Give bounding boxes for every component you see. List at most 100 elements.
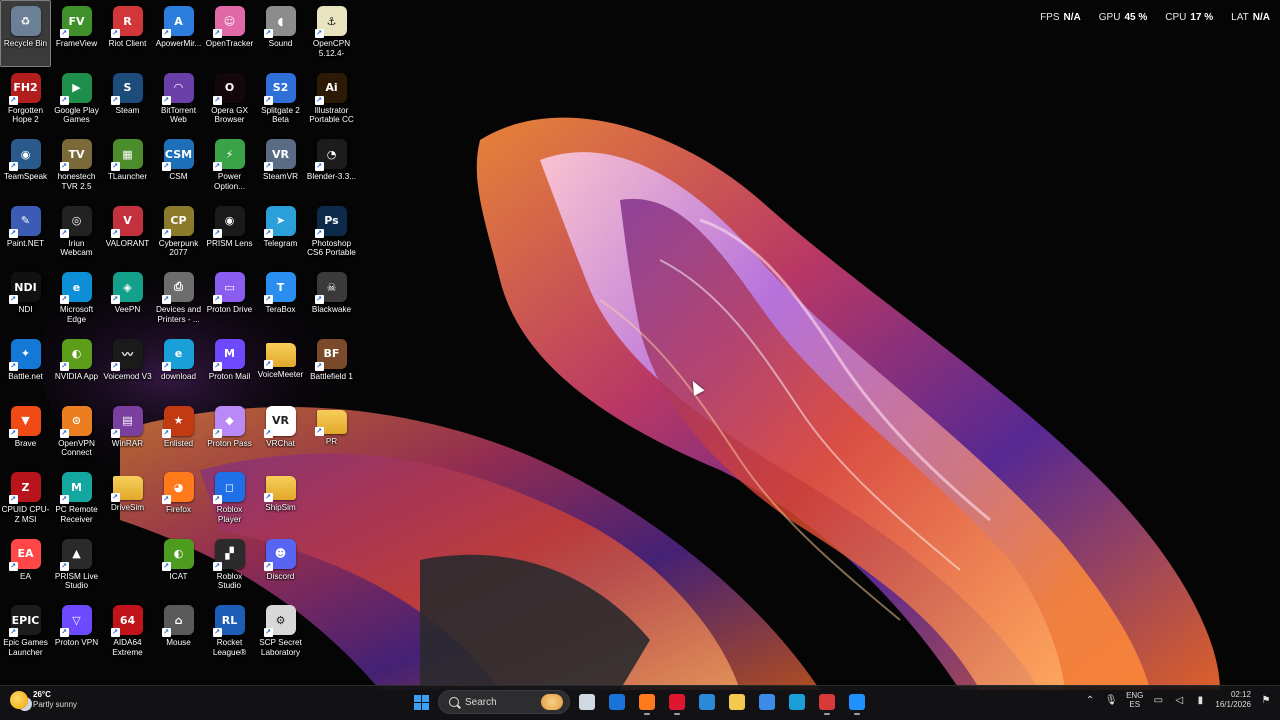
desktop-shortcut-label: OpenTracker	[205, 39, 254, 48]
desktop-shortcut[interactable]: ▽ ↗ Proton VPN	[51, 599, 102, 666]
desktop-shortcut[interactable]: 〰 ↗ Voicemod V3	[102, 333, 153, 400]
clock[interactable]: 02:12 16/1/2026	[1215, 690, 1251, 710]
desktop-shortcut[interactable]: ☻ ↗ Discord	[255, 533, 306, 600]
desktop-shortcut[interactable]: RL ↗ Rocket League®	[204, 599, 255, 666]
desktop-shortcut[interactable]: M ↗ Proton Mail	[204, 333, 255, 400]
desktop-shortcut[interactable]: e ↗ download	[153, 333, 204, 400]
taskbar-search-box[interactable]: Search	[438, 690, 570, 714]
show-hidden-icons-chevron-icon[interactable]: ⌃	[1084, 694, 1096, 706]
desktop-shortcut[interactable]: BF ↗ Battlefield 1	[306, 333, 357, 400]
desktop-shortcut[interactable]: ↗ ShipSim	[255, 466, 306, 533]
microsoft-store-button[interactable]	[754, 689, 780, 715]
desktop-shortcut[interactable]: NDI ↗ NDI	[0, 266, 51, 333]
shortcut-arrow-icon: ↗	[263, 428, 273, 438]
desktop-shortcut[interactable]: A ↗ ApowerMir...	[153, 0, 204, 67]
weather-sun-icon	[10, 691, 28, 709]
desktop-shortcut[interactable]: ↗ VoiceMeeter	[255, 333, 306, 400]
task-view-button[interactable]	[574, 689, 600, 715]
language-indicator[interactable]: ENG ES	[1126, 691, 1143, 709]
desktop-shortcut[interactable]: ↗ PR	[306, 400, 357, 467]
desktop-shortcut[interactable]: Z ↗ CPUID CPU-Z MSI	[0, 466, 51, 533]
desktop-shortcut[interactable]: S2 ↗ Splitgate 2 Beta	[255, 67, 306, 134]
mail-button[interactable]	[694, 689, 720, 715]
desktop-shortcut[interactable]: ▼ ↗ Brave	[0, 400, 51, 467]
desktop-shortcut[interactable]: S ↗ Steam	[102, 67, 153, 134]
desktop-shortcut[interactable]: ▲ ↗ PRISM Live Studio	[51, 533, 102, 600]
desktop-shortcut[interactable]: ◐ ↗ ICAT	[153, 533, 204, 600]
recycle-bin-icon: ♻	[10, 6, 41, 36]
desktop-shortcut[interactable]: ☺ ↗ OpenTracker	[204, 0, 255, 67]
desktop-shortcut[interactable]: ▞ ↗ Roblox Studio	[204, 533, 255, 600]
desktop-shortcut[interactable]: ★ ↗ Enlisted	[153, 400, 204, 467]
desktop-shortcut-label: SCP Secret Laboratory	[259, 638, 302, 657]
desktop-shortcut[interactable]: ↗ DriveSim	[102, 466, 153, 533]
desktop-shortcut[interactable]: ◐ ↗ NVIDIA App	[51, 333, 102, 400]
desktop-shortcut[interactable]: ◎ ↗ Iriun Webcam	[51, 200, 102, 267]
telegram-icon: ➤ ↗	[263, 205, 296, 238]
desktop-shortcut[interactable]: V ↗ VALORANT	[102, 200, 153, 267]
file-explorer-icon	[729, 694, 745, 710]
desktop-shortcut[interactable]: T ↗ TeraBox	[255, 266, 306, 333]
desktop-shortcut[interactable]: ◖ ↗ Sound	[255, 0, 306, 67]
desktop-shortcut[interactable]: O ↗ Opera GX Browser	[204, 67, 255, 134]
volume-icon[interactable]: ◁	[1173, 694, 1185, 706]
desktop-shortcut[interactable]: ◉ ↗ PRISM Lens	[204, 200, 255, 267]
desktop-shortcut[interactable]: ▤ ↗ WinRAR	[102, 400, 153, 467]
desktop-shortcut[interactable]: FV ↗ FrameView	[51, 0, 102, 67]
photoshop-icon: Ps ↗	[314, 205, 347, 238]
firefox-taskbar-button[interactable]	[634, 689, 660, 715]
desktop-shortcut[interactable]: ⚙ ↗ SCP Secret Laboratory	[255, 599, 306, 666]
desktop-shortcut[interactable]: EA ↗ EA	[0, 533, 51, 600]
shortcut-arrow-icon: ↗	[110, 162, 120, 172]
desktop-shortcut[interactable]: VR ↗ VRChat	[255, 400, 306, 467]
desktop-shortcut[interactable]: ⌂ ↗ Mouse	[153, 599, 204, 666]
photos-button[interactable]	[844, 689, 870, 715]
desktop-shortcut[interactable]: ◈ ↗ VeePN	[102, 266, 153, 333]
opera-gx-taskbar-button[interactable]	[664, 689, 690, 715]
desktop-shortcut[interactable]: CP ↗ Cyberpunk 2077	[153, 200, 204, 267]
shortcut-arrow-icon: ↗	[212, 495, 222, 505]
start-button[interactable]	[408, 689, 434, 715]
snipping-tool-button[interactable]	[814, 689, 840, 715]
desktop-shortcut[interactable]: ◆ ↗ Proton Pass	[204, 400, 255, 467]
desktop-shortcut[interactable]: ⎙ ↗ Devices and Printers - ...	[153, 266, 204, 333]
desktop-shortcut[interactable]: e ↗ Microsoft Edge	[51, 266, 102, 333]
desktop-shortcut[interactable]: ▶ ↗ Google Play Games	[51, 67, 102, 134]
openvpn-icon: ⊙ ↗	[59, 405, 92, 438]
desktop-shortcut[interactable]: VR ↗ SteamVR	[255, 133, 306, 200]
desktop-shortcut[interactable]: TV ↗ honestech TVR 2.5	[51, 133, 102, 200]
desktop-shortcut[interactable]: ◕ ↗ Firefox	[153, 466, 204, 533]
desktop-shortcut[interactable]: R ↗ Riot Client	[102, 0, 153, 67]
desktop-shortcut[interactable]: ◔ ↗ Blender-3.3...	[306, 133, 357, 200]
desktop-shortcut[interactable]: ⊙ ↗ OpenVPN Connect	[51, 400, 102, 467]
desktop-shortcut[interactable]: 64 ↗ AIDA64 Extreme	[102, 599, 153, 666]
desktop-shortcut[interactable]: EPIC ↗ Epic Games Launcher	[0, 599, 51, 666]
desktop-shortcut[interactable]: ▦ ↗ TLauncher	[102, 133, 153, 200]
desktop-shortcut[interactable]: Ai ↗ Illustrator Portable CC	[306, 67, 357, 134]
desktop-shortcut[interactable]: ◉ ↗ TeamSpeak	[0, 133, 51, 200]
desktop-shortcut[interactable]: ◻ ↗ Roblox Player	[204, 466, 255, 533]
desktop-shortcut[interactable]: FH2 ↗ Forgotten Hope 2	[0, 67, 51, 134]
battery-icon[interactable]: ▮	[1194, 694, 1206, 706]
outlook-button[interactable]	[604, 689, 630, 715]
desktop-shortcut[interactable]: Ps ↗ Photoshop CS6 Portable	[306, 200, 357, 267]
desktop-shortcut[interactable]: M ↗ PC Remote Receiver	[51, 466, 102, 533]
microphone-icon[interactable]: 🎙	[1105, 694, 1118, 706]
desktop-shortcut[interactable]: ◠ ↗ BitTorrent Web	[153, 67, 204, 134]
proton-vpn-icon: ▽ ↗	[59, 605, 92, 638]
desktop-shortcut[interactable]: ♻ Recycle Bin	[0, 0, 51, 67]
desktop-shortcut[interactable]: ▭ ↗ Proton Drive	[204, 266, 255, 333]
desktop-shortcut[interactable]: CSM ↗ CSM	[153, 133, 204, 200]
edge-taskbar-button[interactable]	[784, 689, 810, 715]
file-explorer-button[interactable]	[724, 689, 750, 715]
opera-gx-taskbar-icon	[669, 694, 685, 710]
desktop-shortcut[interactable]: ➤ ↗ Telegram	[255, 200, 306, 267]
desktop-shortcut[interactable]: ✎ ↗ Paint.NET	[0, 200, 51, 267]
desktop-shortcut[interactable]: ☠ ↗ Blackwake	[306, 266, 357, 333]
network-icon[interactable]: ▭	[1152, 694, 1164, 706]
weather-widget[interactable]: 26°C Partly sunny	[10, 690, 77, 710]
desktop-shortcut[interactable]: ⚓↗OpenCPN 5.12.4-0+37...	[306, 0, 357, 67]
notification-bell-icon[interactable]: ⚑	[1260, 694, 1272, 706]
desktop-shortcut[interactable]: ⚡ ↗ Power Option...	[204, 133, 255, 200]
desktop-shortcut[interactable]: ✦ ↗ Battle.net	[0, 333, 51, 400]
